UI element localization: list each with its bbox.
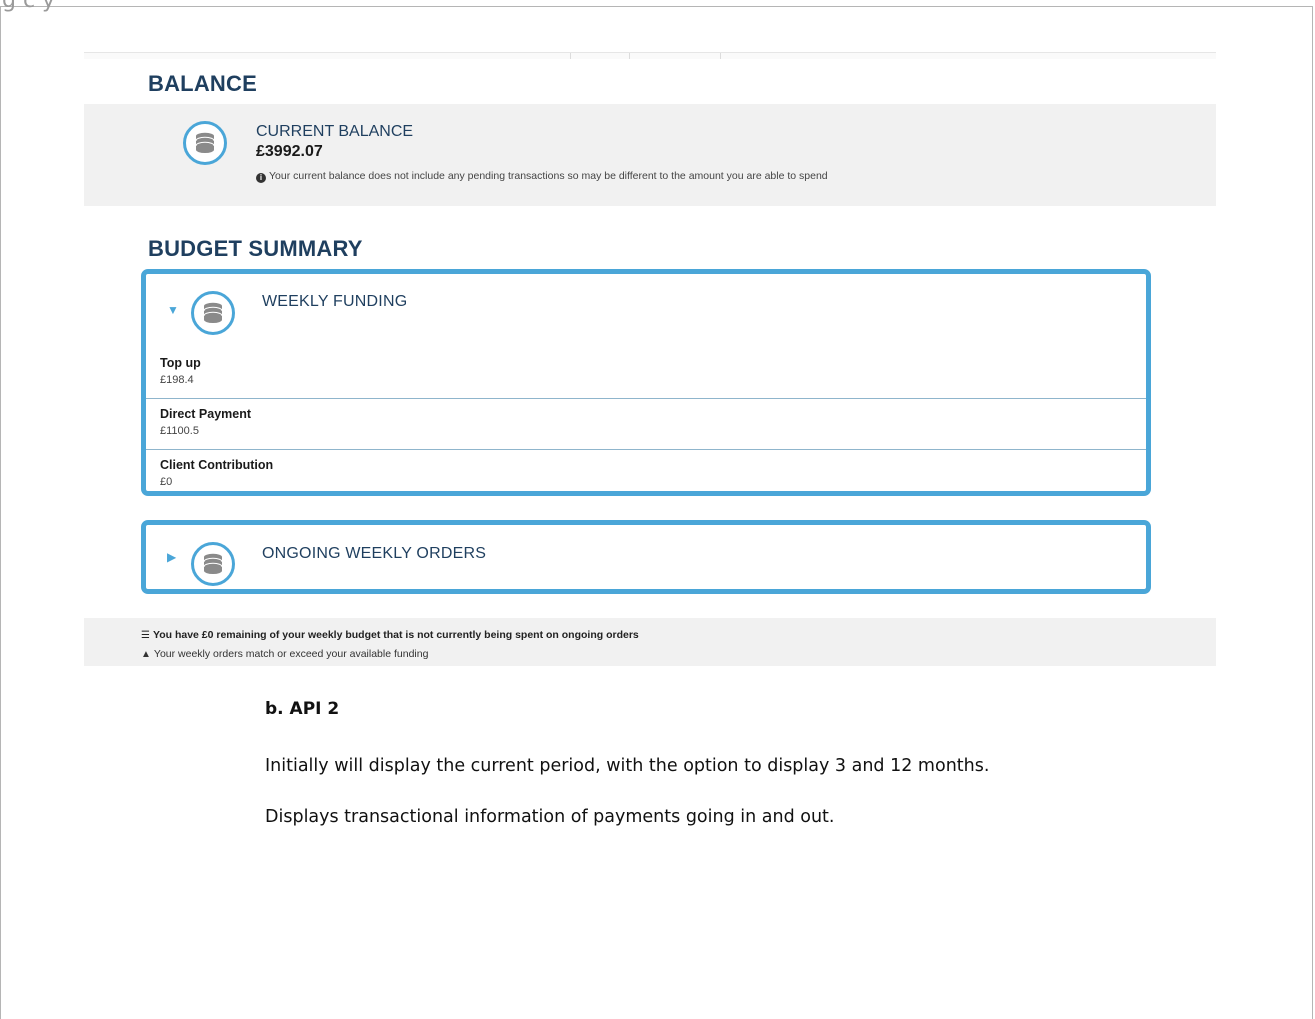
coins-icon [191,291,235,335]
row-value: £0 [160,476,173,488]
row-value: £198.4 [160,374,194,386]
warning-icon: ▲ [141,649,151,660]
funding-row-client-contribution: Client Contribution £0 [146,449,1146,500]
funding-row-top-up: Top up £198.4 [146,348,1146,398]
funding-row-direct-payment: Direct Payment £1100.5 [146,398,1146,449]
nav-divider [570,53,571,59]
coins-icon [191,542,235,586]
balance-panel: CURRENT BALANCE £3992.07 i Your current b… [84,104,1216,206]
budget-footer-panel: ☰ You have £0 remaining of your weekly bu… [84,618,1216,666]
weekly-funding-title: WEEKLY FUNDING [262,293,408,310]
document-paragraph-2: Displays transactional information of pa… [265,807,835,827]
current-balance-label: CURRENT BALANCE [256,123,414,140]
balance-note: i Your current balance does not include a… [256,170,828,183]
budget-summary-heading: BUDGET SUMMARY [148,236,363,261]
document-paragraph-1: Initially will display the current perio… [265,756,990,776]
coins-icon: ☰ [141,630,150,641]
weekly-orders-warning: ▲ Your weekly orders match or exceed your… [141,648,428,660]
row-label: Direct Payment [160,407,252,421]
current-balance-value: £3992.07 [256,143,323,160]
info-icon: i [256,173,266,183]
caret-down-icon[interactable]: ▼ [167,303,179,317]
weekly-funding-card: ▼ WEEKLY FUNDING Top up £198.4 Direct Pa… [141,269,1151,496]
remaining-budget-message: ☰ You have £0 remaining of your weekly bu… [141,629,639,641]
remaining-budget-text: You have £0 remaining of your weekly bud… [152,629,639,641]
row-value: £1100.5 [160,425,199,437]
row-label: Client Contribution [160,458,274,472]
ongoing-orders-title: ONGOING WEEKLY ORDERS [262,545,487,562]
weekly-orders-warning-text: Your weekly orders match or exceed your … [153,648,429,660]
ongoing-weekly-orders-card[interactable]: ▶ ONGOING WEEKLY ORDERS [141,520,1151,594]
balance-note-text: Your current balance does not include an… [269,170,828,182]
row-label: Top up [160,356,201,370]
nav-divider [629,53,630,59]
weekly-funding-header[interactable]: ▼ WEEKLY FUNDING [146,274,1146,348]
cut-off-page-header: g c y [2,0,56,13]
balance-heading: BALANCE [148,71,257,96]
nav-divider [720,53,721,59]
document-subheading: b. API 2 [265,699,340,719]
caret-right-icon[interactable]: ▶ [167,550,176,564]
app-top-nav-remnant [84,52,1216,59]
ongoing-orders-header[interactable]: ▶ ONGOING WEEKLY ORDERS [146,525,1146,589]
coins-icon [183,121,227,165]
weekly-funding-rows: Top up £198.4 Direct Payment £1100.5 Cli… [146,348,1146,500]
